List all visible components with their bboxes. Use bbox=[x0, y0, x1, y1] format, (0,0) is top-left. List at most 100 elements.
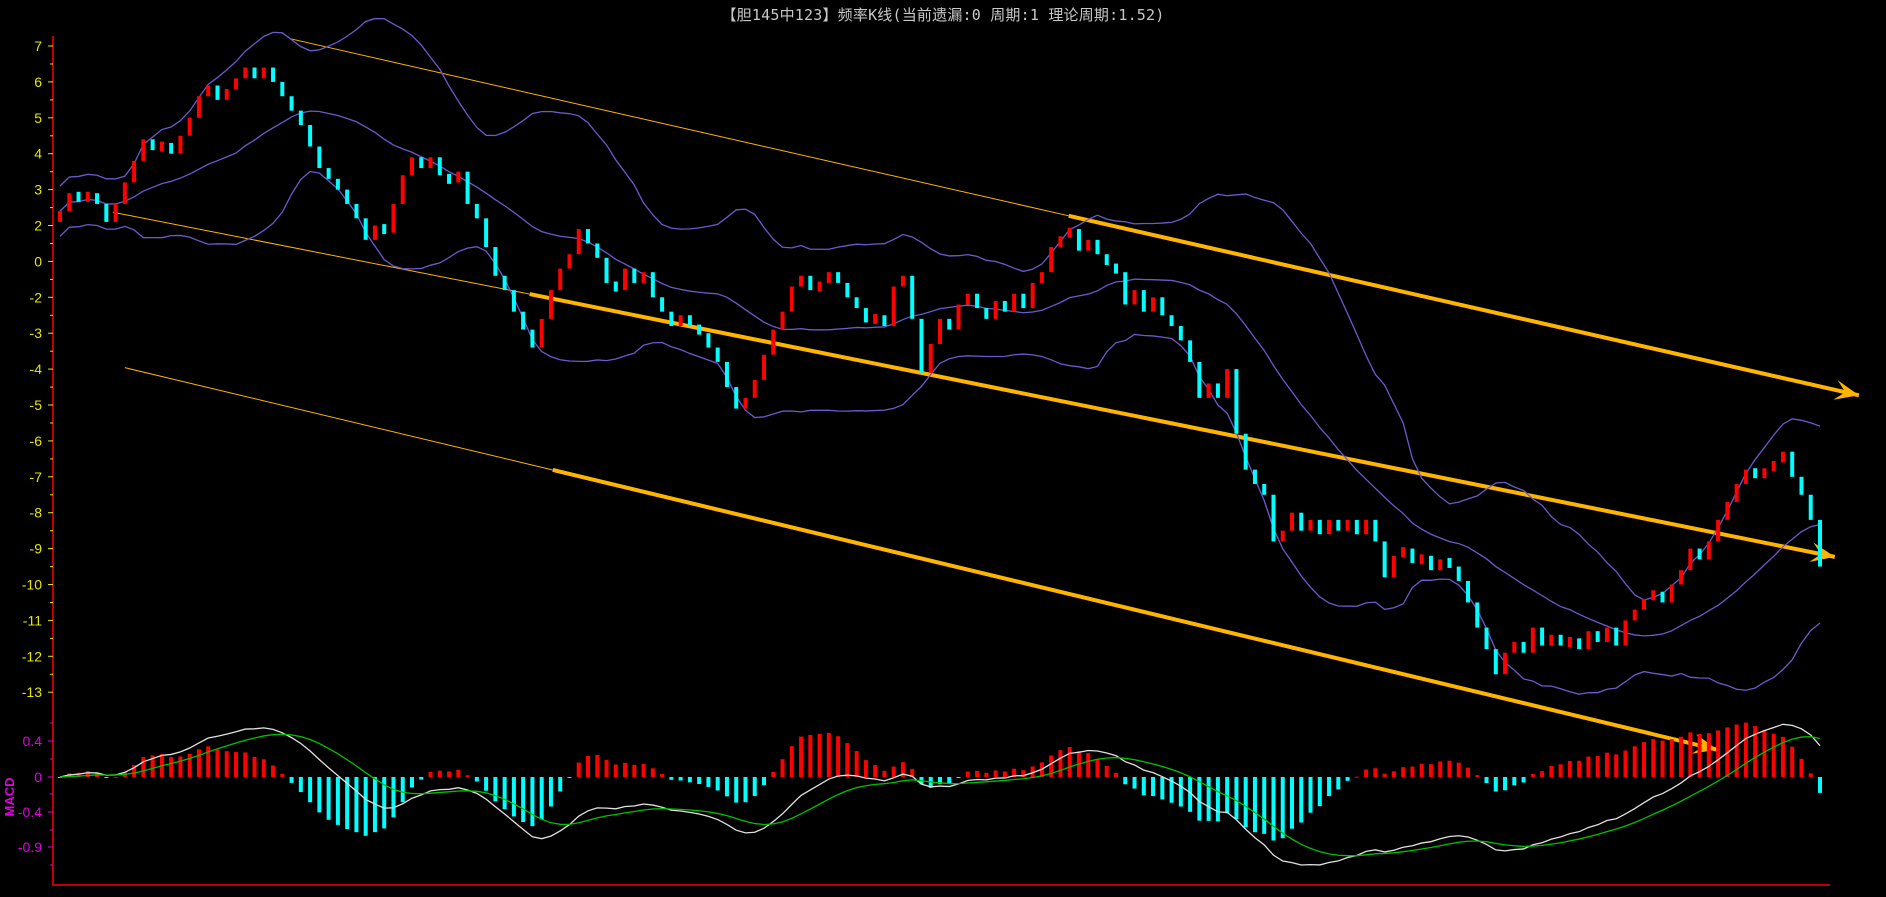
macd-histogram-bar bbox=[1364, 769, 1369, 777]
macd-histogram-bar bbox=[474, 777, 479, 782]
candle-up bbox=[1058, 236, 1063, 248]
macd-histogram-bar bbox=[1623, 750, 1628, 777]
macd-histogram-bar bbox=[326, 777, 331, 820]
macd-histogram-bar bbox=[1280, 777, 1285, 839]
macd-histogram-bar bbox=[1373, 768, 1378, 777]
candle-down bbox=[1818, 519, 1822, 567]
candle-down bbox=[724, 361, 729, 388]
macd-histogram-bar bbox=[141, 757, 146, 777]
candle-down bbox=[298, 110, 303, 125]
macd-histogram-bar bbox=[1716, 730, 1721, 777]
y-tick-label: 2 bbox=[34, 218, 42, 234]
candle-down bbox=[1577, 638, 1582, 650]
y-tick-label: 4 bbox=[34, 146, 42, 162]
candle-up bbox=[928, 343, 933, 373]
candle-down bbox=[1234, 369, 1239, 434]
candle-down bbox=[1002, 300, 1007, 312]
macd-histogram-bar bbox=[1178, 777, 1183, 807]
macd-histogram-bar bbox=[1493, 777, 1498, 792]
macd-histogram-bar bbox=[975, 770, 980, 777]
candle-down bbox=[706, 333, 711, 348]
macd-histogram-bar bbox=[308, 777, 313, 803]
candle-up bbox=[900, 275, 905, 287]
candle-down bbox=[104, 203, 109, 222]
trendline-thin bbox=[124, 367, 553, 471]
candle-down bbox=[1382, 541, 1387, 578]
macd-histogram-bar bbox=[1336, 777, 1341, 790]
macd-tick-label: -0.4 bbox=[18, 804, 42, 820]
macd-histogram-bar bbox=[1558, 764, 1563, 777]
candle-down bbox=[308, 124, 313, 147]
macd-histogram-bar bbox=[1104, 765, 1109, 777]
candle-up bbox=[826, 272, 831, 283]
macd-histogram-bar bbox=[1688, 732, 1693, 777]
candle-down bbox=[595, 243, 600, 258]
macd-histogram-bar bbox=[1475, 775, 1480, 777]
y-tick-label: -9 bbox=[30, 541, 43, 557]
macd-panel bbox=[58, 722, 1822, 866]
candle-down bbox=[975, 293, 980, 309]
candle-up bbox=[1771, 461, 1776, 472]
candle-down bbox=[1178, 326, 1183, 341]
candle-down bbox=[1021, 293, 1026, 309]
macd-histogram-bar bbox=[799, 736, 804, 777]
y-tick-label: -5 bbox=[30, 397, 43, 413]
macd-histogram-bar bbox=[891, 766, 896, 777]
candle-up bbox=[771, 329, 776, 355]
candle-down bbox=[1614, 627, 1619, 646]
candle-up bbox=[1586, 631, 1591, 650]
candle-down bbox=[1104, 254, 1109, 265]
macd-histogram-bar bbox=[1632, 746, 1637, 777]
macd-label: MACD bbox=[2, 778, 17, 817]
macd-histogram-bar bbox=[1521, 777, 1526, 783]
macd-histogram-bar bbox=[1290, 777, 1294, 829]
macd-histogram-bar bbox=[187, 753, 192, 777]
macd-tick-label: -0.9 bbox=[18, 839, 42, 855]
candle-up bbox=[780, 311, 785, 330]
macd-histogram-bar bbox=[1660, 740, 1665, 777]
macd-histogram-bar bbox=[1428, 764, 1433, 777]
macd-histogram-bar bbox=[863, 760, 868, 777]
candle-up bbox=[1567, 636, 1572, 647]
macd-histogram-bar bbox=[502, 777, 507, 810]
macd-histogram-bar bbox=[595, 755, 600, 777]
candle-up bbox=[1290, 512, 1294, 531]
macd-histogram-bar bbox=[965, 771, 970, 777]
candle-down bbox=[1271, 494, 1276, 542]
macd-histogram-bar bbox=[215, 749, 220, 777]
candle-down bbox=[632, 268, 637, 283]
y-tick-label: -4 bbox=[30, 361, 43, 377]
macd-histogram-bar bbox=[1530, 774, 1535, 777]
macd-histogram-bar bbox=[558, 777, 563, 792]
macd-histogram-bar bbox=[1669, 739, 1674, 777]
candle-down bbox=[669, 311, 674, 327]
candle-up bbox=[576, 229, 581, 255]
candle-down bbox=[1410, 548, 1415, 563]
candle-up bbox=[641, 272, 646, 283]
candle-up bbox=[548, 290, 553, 319]
macd-histogram-bar bbox=[1808, 773, 1813, 777]
candle-down bbox=[317, 146, 322, 169]
macd-histogram-bar bbox=[234, 752, 238, 777]
candle-down bbox=[1141, 290, 1146, 312]
candle-up bbox=[1651, 590, 1656, 601]
macd-histogram-bar bbox=[576, 762, 581, 777]
macd-histogram-bar bbox=[1586, 756, 1591, 777]
candle-up bbox=[817, 281, 822, 292]
candle-down bbox=[1299, 512, 1304, 531]
candle-up bbox=[206, 85, 211, 97]
candle-down bbox=[1521, 641, 1526, 653]
candle-up bbox=[1039, 272, 1044, 283]
macd-histogram-bar bbox=[280, 773, 285, 777]
candle-up bbox=[1067, 227, 1072, 238]
axes: 7 6 5 4 3 2 0 -2 -3 -4 -5 -6 -7 -8 -9 -10 -11 -12 -13 0.4 0 -… bbox=[2, 36, 1830, 886]
candle-up bbox=[113, 203, 118, 222]
candle-down bbox=[845, 282, 850, 298]
candle-down bbox=[363, 218, 368, 240]
macd-histogram-bar bbox=[567, 777, 572, 778]
candle-up bbox=[1132, 290, 1137, 305]
candle-up bbox=[1679, 570, 1684, 585]
candle-down bbox=[863, 308, 868, 323]
candle-up bbox=[539, 318, 544, 348]
candle-down bbox=[382, 224, 387, 235]
